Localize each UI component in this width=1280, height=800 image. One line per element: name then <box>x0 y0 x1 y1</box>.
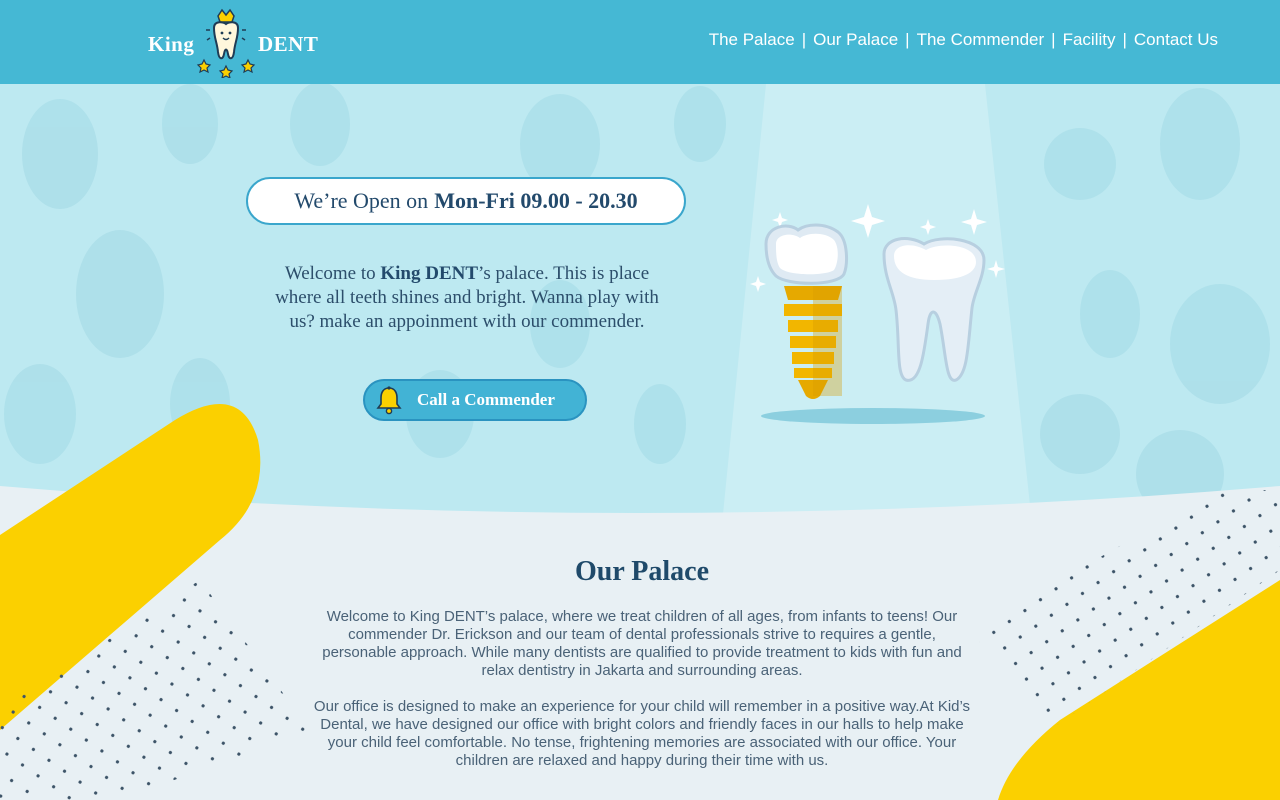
nav-facility[interactable]: Facility <box>1063 30 1116 50</box>
dot-pattern-left <box>0 580 310 800</box>
crown-tooth-logo-icon <box>196 8 256 78</box>
welcome-text: Welcome to King DENT’s palace. This is p… <box>262 262 672 334</box>
call-commender-label: Call a Commender <box>417 390 555 409</box>
main-nav: The Palace | Our Palace | The Commender … <box>709 30 1218 50</box>
tooth-icon <box>882 237 986 382</box>
opening-hours-box: We’re Open on Mon-Fri 09.00 - 20.30 <box>246 177 686 225</box>
dot-pattern-right <box>970 490 1280 730</box>
logo-text-dent: DENT <box>258 32 319 56</box>
opening-hours-prefix: We’re Open on <box>294 188 429 213</box>
nav-separator: | <box>1122 30 1127 49</box>
welcome-brand: King DENT <box>380 263 479 284</box>
nav-the-palace[interactable]: The Palace <box>709 30 795 50</box>
site-header: King DENT The Palace | Our Palace | The … <box>0 0 1280 84</box>
our-palace-section: Our Palace Welcome to King DENT’s palace… <box>310 556 974 788</box>
section-paragraph: Our office is designed to make an experi… <box>313 698 971 769</box>
welcome-prefix: Welcome to <box>284 263 376 284</box>
nav-separator: | <box>1051 30 1056 49</box>
logo-text-king: King <box>148 32 195 56</box>
nav-our-palace[interactable]: Our Palace <box>813 30 898 50</box>
logo[interactable]: King DENT <box>148 8 320 78</box>
bell-icon <box>376 386 402 415</box>
teeth-illustration <box>750 204 1005 424</box>
call-commender-button[interactable]: Call a Commender <box>363 379 587 421</box>
nav-contact-us[interactable]: Contact Us <box>1134 30 1218 50</box>
nav-the-commender[interactable]: The Commender <box>917 30 1045 50</box>
opening-hours-value: Mon-Fri 09.00 - 20.30 <box>434 188 638 213</box>
section-title: Our Palace <box>574 556 709 587</box>
nav-separator: | <box>905 30 910 49</box>
section-paragraph: Welcome to King DENT’s palace, where we … <box>322 608 962 679</box>
dental-implant-icon <box>764 223 848 399</box>
nav-separator: | <box>801 30 807 49</box>
